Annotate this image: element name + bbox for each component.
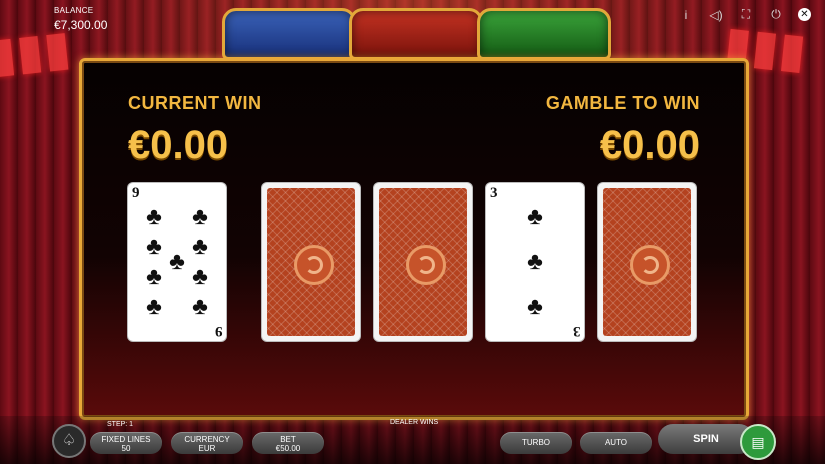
club-pip: ♣	[146, 263, 162, 290]
turbo-button[interactable]: TURBO	[500, 432, 572, 454]
club-pip: ♣	[169, 248, 185, 275]
gamble-to-win-label: GAMBLE TO WIN	[545, 93, 700, 113]
bet-label: BET	[280, 435, 296, 444]
card-back-emblem-icon	[630, 245, 670, 285]
card-1-rank-top: 9	[132, 185, 140, 201]
collect-money-icon[interactable]: ▤	[740, 424, 776, 460]
bet-value: €50.00	[275, 444, 301, 453]
card-back-emblem-icon	[294, 245, 334, 285]
card-back-pattern	[379, 188, 467, 336]
gamble-cards-icon[interactable]: ♤	[52, 424, 86, 458]
currency-button[interactable]: CURRENCY EUR	[171, 432, 243, 454]
club-pip: ♣	[527, 203, 543, 230]
card-3-facedown[interactable]	[374, 183, 472, 341]
card-1-rank-bottom: 9	[214, 323, 223, 339]
club-pip: ♣	[146, 233, 162, 260]
close-icon[interactable]: ✕	[798, 8, 811, 21]
club-pip: ♣	[192, 233, 208, 260]
top-decor-blue	[222, 8, 356, 60]
bet-button[interactable]: BET €50.00	[252, 432, 324, 454]
card-4-rank-bottom: 3	[572, 323, 581, 339]
card-5-facedown[interactable]	[598, 183, 696, 341]
currency-label: CURRENCY	[184, 435, 230, 444]
step-indicator: STEP: 1	[107, 421, 134, 428]
club-pip: ♣	[527, 248, 543, 275]
club-pip: ♣	[527, 293, 543, 320]
top-decor-green	[477, 8, 611, 60]
balance-value: €7,300.00	[54, 18, 108, 32]
card-back-pattern	[267, 188, 355, 336]
fixed-lines-display: FIXED LINES 50	[90, 432, 162, 454]
current-win-label: CURRENT WIN	[128, 93, 262, 113]
balance-label: BALANCE	[54, 6, 94, 15]
card-1: 9 9 ♣ ♣ ♣ ♣ ♣ ♣ ♣ ♣ ♣	[128, 183, 226, 341]
info-icon[interactable]: i	[678, 8, 694, 22]
club-pip: ♣	[192, 263, 208, 290]
fullscreen-icon[interactable]: ⛶	[738, 7, 754, 22]
balance-display: BALANCE €7,300.00	[54, 6, 107, 32]
card-2-facedown[interactable]	[262, 183, 360, 341]
gamble-to-win-value: €0.00	[599, 123, 700, 167]
top-toolbar: i ◁) ⛶ ⏻ ✕	[678, 7, 811, 22]
currency-value: EUR	[198, 444, 216, 453]
top-decor-red	[349, 8, 483, 60]
card-back-emblem-icon	[406, 245, 446, 285]
card-4: 3 3 ♣ ♣ ♣	[486, 183, 584, 341]
fixed-lines-value: 50	[121, 444, 131, 453]
card-back-pattern	[603, 188, 691, 336]
auto-button[interactable]: AUTO	[580, 432, 652, 454]
club-pip: ♣	[192, 203, 208, 230]
sound-icon[interactable]: ◁)	[708, 8, 724, 22]
club-pip: ♣	[192, 293, 208, 320]
club-pip: ♣	[146, 293, 162, 320]
dealer-status: DEALER WINS	[390, 419, 439, 426]
club-pip: ♣	[146, 203, 162, 230]
power-icon[interactable]: ⏻	[768, 7, 784, 22]
fixed-lines-label: FIXED LINES	[101, 435, 151, 444]
gamble-panel: CURRENT WIN €0.00 GAMBLE TO WIN €0.00 9 …	[79, 58, 749, 420]
current-win-value: €0.00	[128, 123, 229, 167]
card-4-rank-top: 3	[490, 185, 498, 201]
